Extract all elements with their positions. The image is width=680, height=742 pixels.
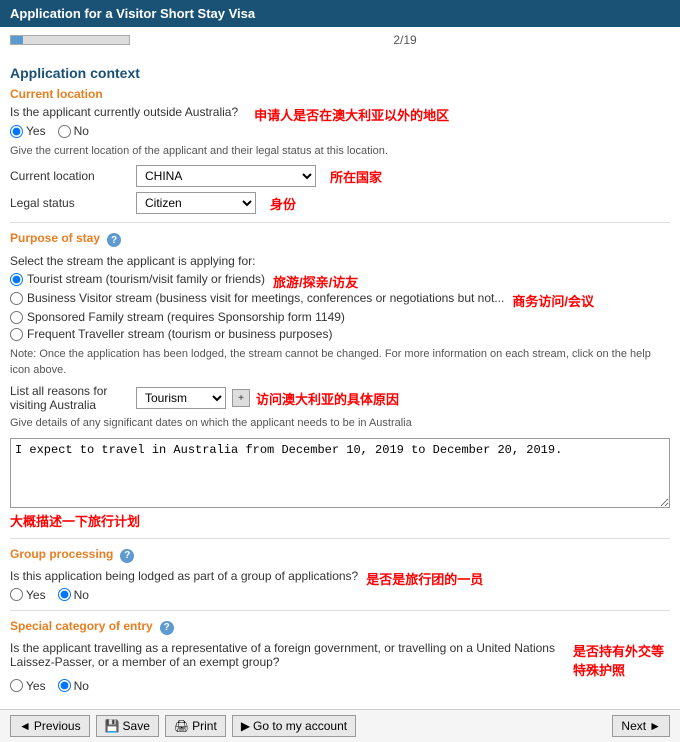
tourist-stream-annotation: 旅游/探亲/访友 (273, 272, 358, 291)
outside-australia-yes-label[interactable]: Yes (10, 124, 46, 138)
progress-bar-track (10, 35, 130, 45)
list-reasons-annotation: 访问澳大利亚的具体原因 (256, 389, 399, 408)
outside-australia-no-radio[interactable] (58, 125, 71, 138)
special-radios: Yes No (10, 679, 670, 693)
purpose-of-stay-title: Purpose of stay (10, 231, 100, 245)
application-context-title: Application context (10, 65, 670, 81)
special-yes-label[interactable]: Yes (10, 679, 46, 693)
title-text: Application for a Visitor Short Stay Vis… (10, 6, 255, 21)
go-to-account-button[interactable]: ▶ Go to my account (232, 715, 356, 737)
current-location-select[interactable]: CHINA OTHER (136, 165, 316, 187)
select-stream-text: Select the stream the applicant is apply… (10, 254, 670, 268)
tourist-stream-label: Tourist stream (tourism/visit family or … (27, 272, 265, 286)
legal-status-row: Legal status Citizen Permanent Resident … (10, 192, 670, 214)
group-no-radio[interactable] (58, 588, 71, 601)
special-help-icon[interactable]: ? (160, 621, 174, 635)
group-help-icon[interactable]: ? (120, 549, 134, 563)
list-reasons-label: List all reasons for visiting Australia (10, 384, 130, 412)
sponsored-stream-radio[interactable] (10, 311, 23, 324)
title-bar: Application for a Visitor Short Stay Vis… (0, 0, 680, 27)
current-location-label: Current location (10, 169, 130, 183)
group-processing-section: Group processing ? Is this application b… (10, 547, 670, 602)
save-button[interactable]: 💾 Save (96, 715, 159, 737)
special-yes-radio[interactable] (10, 679, 23, 692)
group-processing-title: Group processing (10, 547, 113, 561)
outside-australia-annotation: 申请人是否在澳大利亚以外的地区 (254, 105, 449, 124)
save-label: Save (123, 719, 150, 733)
outside-australia-no-label[interactable]: No (58, 124, 89, 138)
frequent-stream-radio[interactable] (10, 328, 23, 341)
tourist-stream-radio[interactable] (10, 273, 23, 286)
current-location-title: Current location (10, 87, 670, 101)
give-location-text: Give the current location of the applica… (10, 144, 670, 159)
group-yes-label[interactable]: Yes (10, 588, 46, 602)
group-yes-radio[interactable] (10, 588, 23, 601)
group-question-row: Is this application being lodged as part… (10, 569, 670, 588)
group-radios: Yes No (10, 588, 670, 602)
print-button[interactable]: 🖨 Print (165, 715, 226, 737)
current-location-row: Current location CHINA OTHER 所在国家 (10, 165, 670, 187)
bottom-bar: ◄ Previous 💾 Save 🖨 Print ▶ Go to my acc… (0, 709, 680, 742)
stream-note: Note: Once the application has been lodg… (10, 347, 670, 378)
details-row: I expect to travel in Australia from Dec… (10, 438, 670, 530)
next-icon: ► (649, 719, 661, 733)
sponsored-stream-label: Sponsored Family stream (requires Sponso… (27, 310, 345, 324)
list-reasons-select[interactable]: Tourism Business (136, 387, 226, 409)
legal-status-label: Legal status (10, 196, 130, 210)
progress-bar-fill (11, 36, 23, 44)
legal-status-select[interactable]: Citizen Permanent Resident Temporary Res… (136, 192, 256, 214)
next-label: Next (621, 719, 646, 733)
outside-australia-yes-radio[interactable] (10, 125, 23, 138)
progress-container: 2/19 (0, 27, 680, 53)
save-icon: 💾 (105, 719, 120, 733)
stream-options: Tourist stream (tourism/visit family or … (10, 272, 670, 341)
group-annotation: 是否是旅行团的一员 (366, 569, 483, 588)
purpose-of-stay-section: Purpose of stay ? Select the stream the … (10, 231, 670, 529)
frequent-stream-label: Frequent Traveller stream (tourism or bu… (27, 327, 332, 341)
business-stream-row: Business Visitor stream (business visit … (10, 291, 670, 310)
details-column: I expect to travel in Australia from Dec… (10, 438, 670, 530)
special-category-section: Special category of entry ? Is the appli… (10, 619, 670, 693)
legal-status-annotation: 身份 (270, 194, 296, 213)
business-stream-annotation: 商务访问/会议 (512, 291, 594, 310)
location-annotation: 所在国家 (330, 167, 382, 186)
outside-australia-question: Is the applicant currently outside Austr… (10, 105, 238, 119)
special-question-row: Is the applicant travelling as a represe… (10, 641, 670, 679)
add-reason-btn[interactable]: + (232, 389, 250, 407)
list-reasons-row: List all reasons for visiting Australia … (10, 384, 670, 412)
purpose-help-icon[interactable]: ? (107, 233, 121, 247)
details-annotation: 大概描述一下旅行计划 (10, 514, 140, 529)
main-content: Application context Current location Is … (0, 53, 680, 709)
print-icon: 🖨 (174, 719, 189, 733)
previous-icon: ◄ (19, 719, 31, 733)
sponsored-stream-option: Sponsored Family stream (requires Sponso… (10, 310, 670, 324)
page-indicator: 2/19 (140, 33, 670, 47)
outside-australia-radios: Yes No (10, 124, 670, 138)
group-question: Is this application being lodged as part… (10, 569, 358, 583)
details-dates-label: Give details of any significant dates on… (10, 416, 670, 431)
details-dates-textarea[interactable]: I expect to travel in Australia from Dec… (10, 438, 670, 508)
go-to-account-icon: ▶ (241, 719, 250, 733)
special-category-title: Special category of entry (10, 619, 153, 633)
previous-label: Previous (34, 719, 81, 733)
tourist-stream-option: Tourist stream (tourism/visit family or … (10, 272, 265, 286)
previous-button[interactable]: ◄ Previous (10, 715, 90, 737)
special-annotation: 是否持有外交等特殊护照 (573, 641, 670, 679)
next-button[interactable]: Next ► (612, 715, 670, 737)
business-stream-label: Business Visitor stream (business visit … (27, 291, 504, 305)
current-location-section: Current location Is the applicant curren… (10, 87, 670, 214)
group-no-label[interactable]: No (58, 588, 89, 602)
business-stream-radio[interactable] (10, 292, 23, 305)
outside-australia-row: Is the applicant currently outside Austr… (10, 105, 670, 124)
business-stream-option: Business Visitor stream (business visit … (10, 291, 504, 305)
frequent-stream-option: Frequent Traveller stream (tourism or bu… (10, 327, 670, 341)
special-question: Is the applicant travelling as a represe… (10, 641, 565, 669)
print-label: Print (192, 719, 217, 733)
tourist-stream-row: Tourist stream (tourism/visit family or … (10, 272, 670, 291)
go-to-account-label: Go to my account (253, 719, 347, 733)
special-no-label[interactable]: No (58, 679, 89, 693)
special-no-radio[interactable] (58, 679, 71, 692)
